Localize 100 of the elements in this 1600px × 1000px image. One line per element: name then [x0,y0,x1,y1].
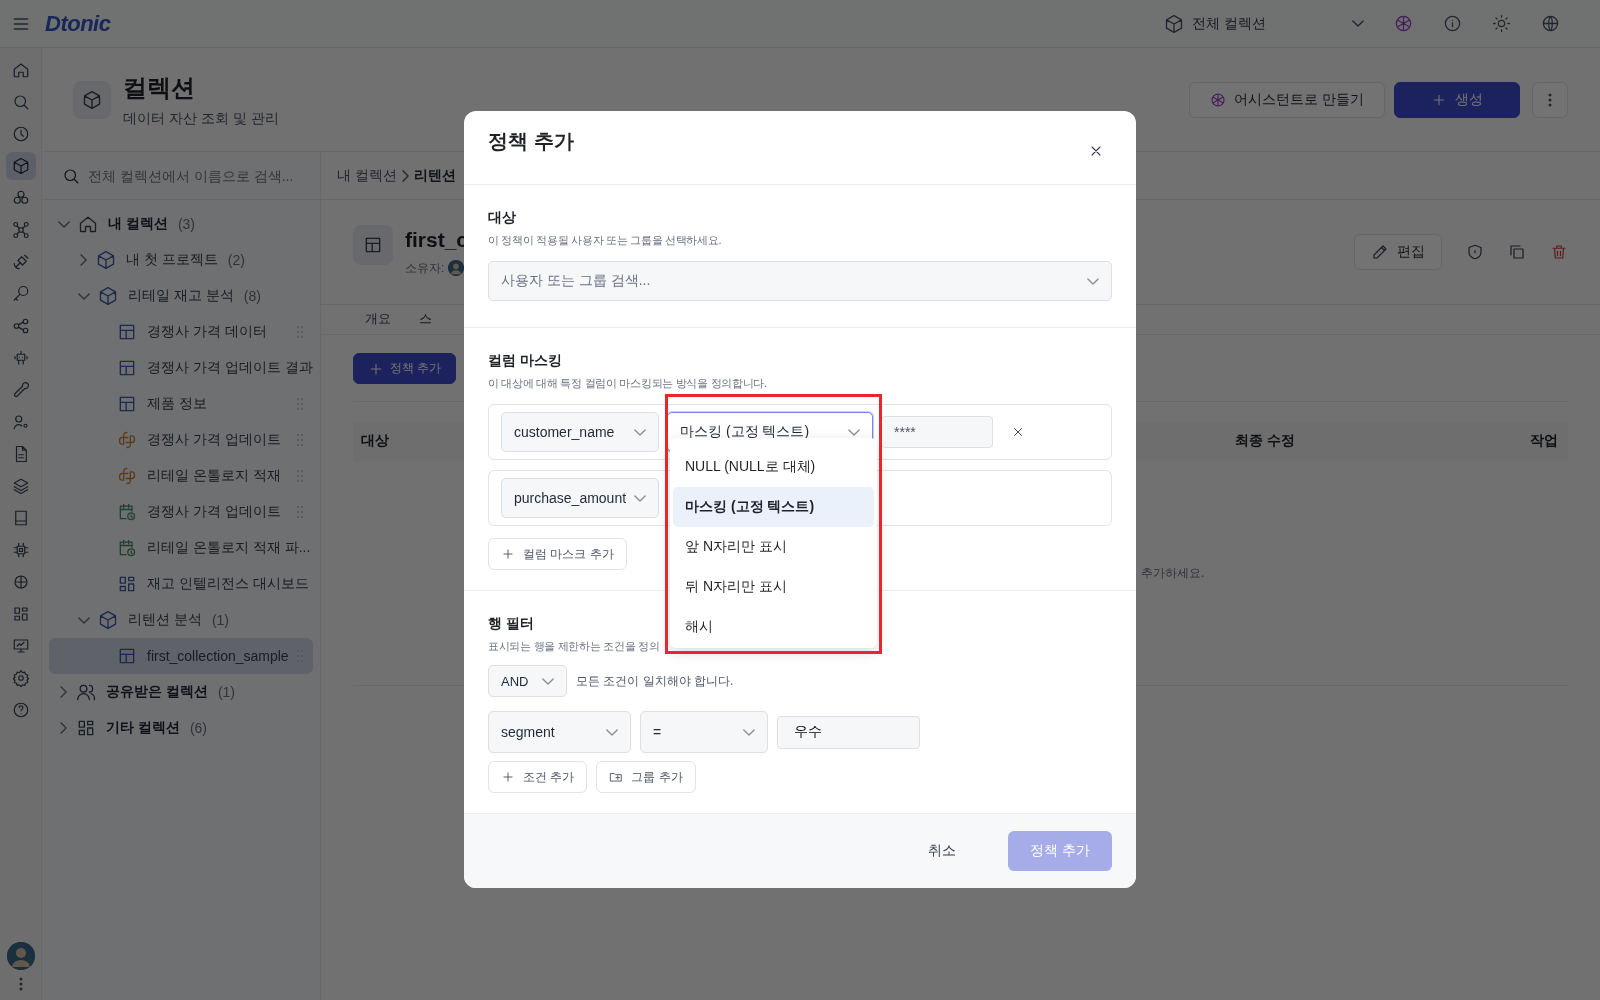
section-description: 이 대상에 대해 특정 컬럼이 마스킹되는 방식을 정의합니다. [488,376,767,391]
shield-icon[interactable] [1466,243,1484,261]
table-icon [117,646,137,666]
chip-icon [11,541,30,559]
add-group-button[interactable]: 그룹 추가 [596,761,696,793]
column-header: 대상 [361,432,389,450]
add-condition-button[interactable]: 조건 추가 [488,761,588,793]
column-select[interactable]: segment [488,711,631,753]
assistant-icon[interactable] [1394,14,1413,33]
cube-icon [98,286,118,306]
tree-item[interactable]: 내 첫 프로젝트 (2) [49,242,313,278]
tab[interactable]: 스 [405,305,446,334]
target-select[interactable]: 사용자 또는 그룹 검색... [488,261,1112,301]
circles-icon [11,189,30,207]
assistant-icon [1210,91,1227,108]
users-icon [76,682,96,702]
section-description: 표시되는 행을 제한하는 조건을 정의 [488,639,660,654]
scope-selector[interactable]: 전체 컬렉션 [1164,7,1364,40]
tree-item[interactable]: 기타 컬렉션 (6) [49,710,313,746]
breadcrumb-link[interactable]: 내 컬렉션 [337,166,397,185]
mask-value-field[interactable]: **** [881,416,993,448]
info-icon[interactable] [1443,14,1462,33]
tree-item[interactable]: 내 컬렉션 (3) [49,206,313,242]
copy-icon[interactable] [1508,243,1526,261]
chevron-right-icon[interactable] [60,686,67,698]
add-mask-button[interactable]: 컬럼 마스크 추가 [488,538,627,570]
cube-icon [82,89,102,110]
tree-item[interactable]: 공유받은 컬렉션 (1) [49,674,313,710]
globe-icon[interactable] [1541,14,1560,33]
avatar [6,942,35,970]
column-header: 최종 수정 [1235,432,1295,450]
section-heading: 대상 [488,208,516,227]
logic-select[interactable]: AND [488,665,567,697]
tab[interactable]: 개요 [351,305,405,334]
tree-item[interactable]: 리테일 온톨로지 적재 [49,458,313,494]
plus-icon [501,547,515,561]
add-policy-button[interactable]: 정책 추가 [353,353,457,384]
chevron-down-icon [1087,277,1099,285]
cancel-button[interactable]: 취소 [916,834,969,868]
presentation-icon [11,637,30,655]
nav-item[interactable] [5,152,36,180]
layers-icon [11,477,30,495]
chevron-down-icon[interactable] [78,292,90,300]
cube-icon [96,250,116,270]
delete-icon[interactable] [1550,243,1568,261]
chevron-down-icon [542,677,554,685]
menu-option[interactable]: 마스킹 (고정 텍스트) [673,487,874,527]
logic-hint: 모든 조건이 일치해야 합니다. [576,672,734,690]
empty-message: 추가하세요. [1141,564,1205,582]
value-field[interactable]: 우수 [777,715,920,749]
tree-item[interactable]: 경쟁사 가격 데이터 [49,314,313,350]
operator-select[interactable]: = [640,711,768,753]
calendar-clock-icon [117,538,137,558]
satellite-icon [11,253,30,271]
menu-option[interactable]: 앞 N자리만 표시 [673,527,874,567]
tree-item[interactable]: 재고 인텔리전스 대시보드 [49,566,313,602]
tree-item[interactable]: first_collection_sample [49,638,313,674]
page-title: 컬렉션 [123,72,196,103]
assistant-button[interactable]: 어시스턴트로 만들기 [1189,81,1385,118]
clock-icon [11,125,30,143]
tree-item[interactable]: 리테일 온톨로지 적재 파... [49,530,313,566]
breadcrumb-link[interactable]: 리텐션 [413,166,456,185]
robot-icon [11,349,30,367]
dialog-title: 정책 추가 [488,129,574,154]
calendar-clock-icon [117,502,137,522]
cube-icon [11,157,30,175]
chevron-down-icon [606,728,618,736]
key-icon [11,285,30,303]
tree-item[interactable]: 경쟁사 가격 업데이트 [49,422,313,458]
remove-icon[interactable] [1011,425,1025,439]
tree-item[interactable]: 제품 정보 [49,386,313,422]
section-description: 이 정책이 적용될 사용자 또는 그룹을 선택하세요. [488,233,722,248]
menu-option[interactable]: 뒤 N자리만 표시 [673,567,874,607]
plus-icon [501,770,515,784]
column-select[interactable]: purchase_amount [501,478,659,518]
logo[interactable]: Dtonic [45,10,111,37]
column-header: 작업 [1530,432,1558,450]
chevron-right-icon[interactable] [80,254,87,266]
chevron-right-icon[interactable] [60,722,67,734]
avatar [448,260,465,276]
search-field[interactable]: 전체 컬렉션에서 이름으로 검색... [86,166,300,185]
python-icon [117,466,137,486]
pencil-icon [1371,243,1389,261]
edit-button[interactable]: 편집 [1354,234,1442,270]
create-button[interactable]: 생성 [1394,81,1520,118]
chevron-down-icon[interactable] [58,220,70,228]
page-subtitle: 데이터 자산 조회 및 관리 [123,109,279,128]
cube-icon [98,610,118,630]
column-select[interactable]: customer_name [501,412,659,452]
menu-option[interactable]: 해시 [673,607,874,647]
chevron-down-icon[interactable] [78,616,90,624]
tree-item[interactable]: 리텐션 분석 (1) [49,602,313,638]
tree-item[interactable]: 경쟁사 가격 업데이트 [49,494,313,530]
tree-item[interactable]: 리테일 재고 분석 (8) [49,278,313,314]
theme-icon[interactable] [1492,14,1511,33]
grid-icon [76,718,96,738]
help-icon [11,701,30,719]
tree-item[interactable]: 경쟁사 가격 업데이트 결과 [49,350,313,386]
share-icon [11,317,30,335]
settings-icon [11,669,30,687]
